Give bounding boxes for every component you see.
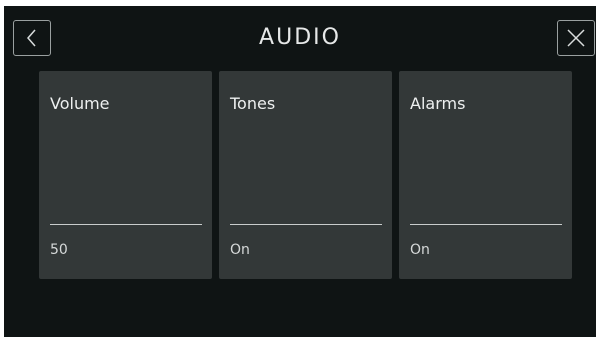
tile-divider <box>50 224 202 225</box>
tile-divider <box>230 224 382 225</box>
tile-value-volume: 50 <box>50 242 68 258</box>
audio-screen: AUDIO Volume 50 Tones On Alarms On <box>4 6 596 337</box>
tile-label-alarms: Alarms <box>410 94 466 113</box>
close-icon <box>565 27 587 49</box>
tile-label-tones: Tones <box>230 94 276 113</box>
tile-label-volume: Volume <box>50 94 110 113</box>
tile-value-alarms: On <box>410 242 430 258</box>
page-title: AUDIO <box>259 25 341 50</box>
tile-value-tones: On <box>230 242 250 258</box>
volume-tile[interactable]: Volume 50 <box>39 71 212 279</box>
close-button[interactable] <box>557 20 595 56</box>
alarms-tile[interactable]: Alarms On <box>399 71 572 279</box>
tones-tile[interactable]: Tones On <box>219 71 392 279</box>
tile-divider <box>410 224 562 225</box>
